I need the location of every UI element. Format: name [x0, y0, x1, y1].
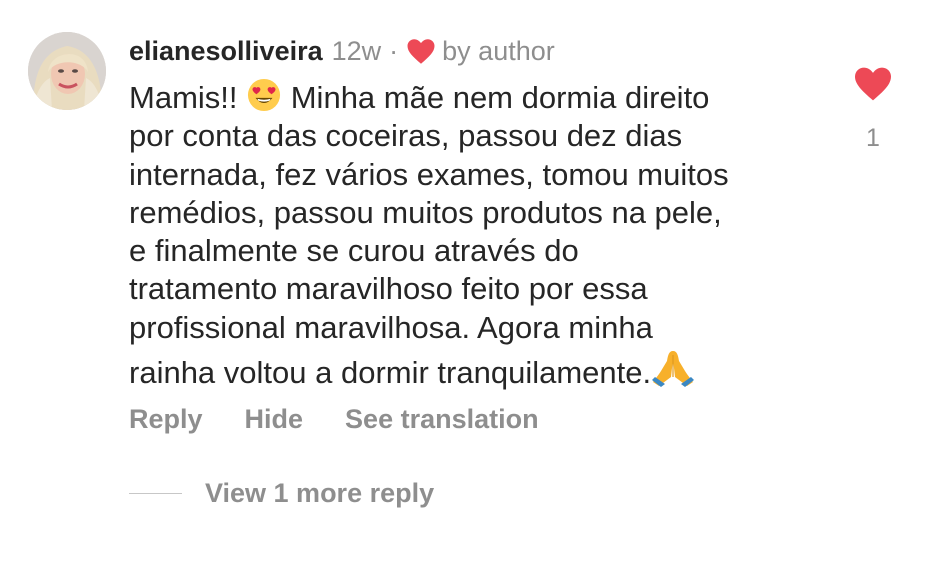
view-replies-row[interactable]: View 1 more reply	[129, 478, 434, 509]
comment-age: 12w	[331, 35, 382, 66]
comment-text: Mamis!! Minha mãe nem dormia direito por…	[129, 78, 829, 392]
view-more-replies-button[interactable]: View 1 more reply	[205, 478, 434, 509]
like-column: 1	[852, 66, 894, 153]
reply-button[interactable]: Reply	[129, 404, 203, 435]
liked-by-author-label: by author	[442, 35, 555, 66]
comment-header: elianesolliveira 12w · by author	[129, 33, 555, 69]
folded-hands-emoji-icon	[652, 351, 695, 388]
comment-actions: Reply Hide See translation	[129, 404, 581, 435]
liked-by-author-heart-icon	[407, 38, 435, 64]
avatar[interactable]	[28, 32, 106, 110]
see-translation-button[interactable]: See translation	[345, 404, 539, 435]
heart-eyes-emoji-icon	[248, 78, 281, 112]
hide-button[interactable]: Hide	[245, 404, 304, 435]
replies-divider	[129, 493, 182, 494]
separator-dot: ·	[389, 35, 399, 66]
avatar-photo	[28, 32, 106, 110]
comment-text-part-1: Mamis!!	[129, 80, 247, 115]
like-count: 1	[866, 124, 880, 152]
like-heart-icon[interactable]	[853, 66, 893, 102]
comment-text-part-2: Minha mãe nem dormia direito por conta d…	[129, 80, 729, 391]
username-link[interactable]: elianesolliveira	[129, 36, 323, 67]
